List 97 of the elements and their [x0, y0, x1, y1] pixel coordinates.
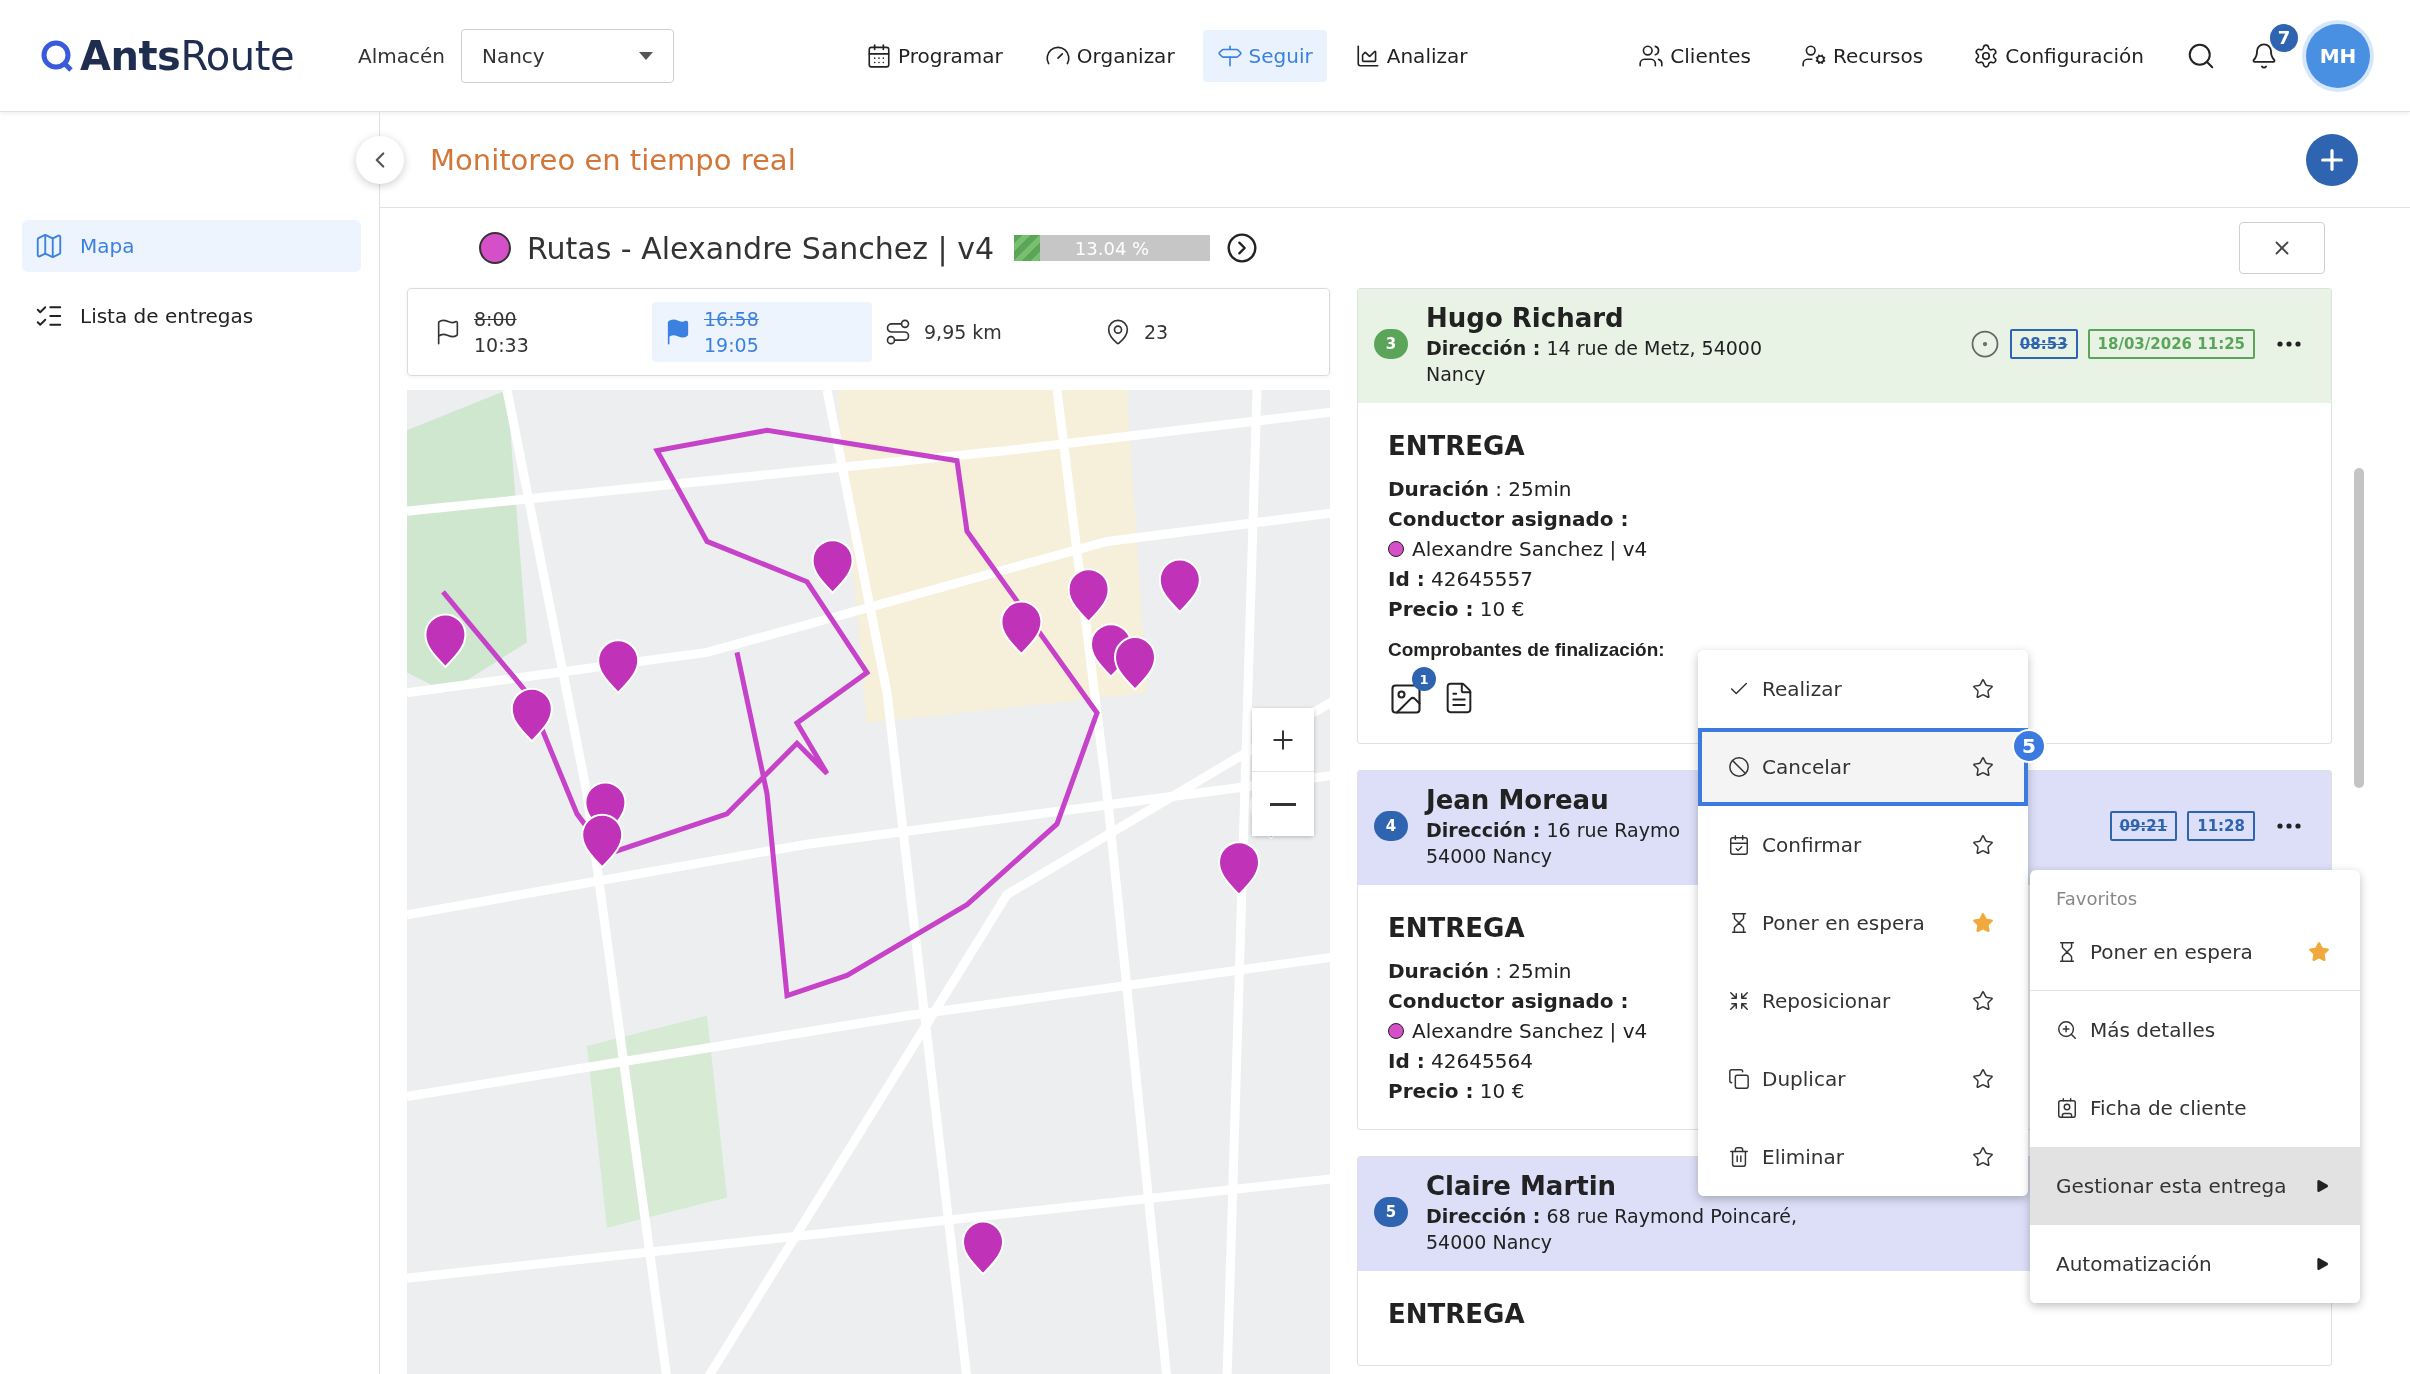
address-text: Nancy — [1426, 363, 1486, 385]
planned-time-tag: 08:53 — [2009, 329, 2078, 359]
ellipsis-icon — [2277, 823, 2301, 829]
actual-time-tag: 18/03/2026 11:25 — [2087, 329, 2255, 359]
address-text: Dirección : 16 rue Raymo — [1426, 819, 1681, 841]
nav-tab[interactable]: Programar — [851, 29, 1017, 82]
road-icon — [884, 318, 912, 346]
sidebar-item[interactable]: Lista de entregas — [22, 290, 361, 342]
address-text: Dirección : 68 rue Raymond Poincaré, — [1426, 1205, 1798, 1227]
nav-tab[interactable]: Organizar — [1030, 29, 1189, 82]
map-icon — [34, 231, 64, 261]
notification-count: 7 — [2268, 21, 2300, 54]
star-icon[interactable] — [1972, 834, 1994, 856]
add-button[interactable] — [2306, 133, 2358, 186]
stop-number: 3 — [1374, 329, 1408, 359]
users-icon — [1638, 42, 1665, 69]
star-icon[interactable] — [1972, 1146, 1994, 1168]
distance-text: 9,95 km — [924, 321, 1002, 343]
next-route-button[interactable] — [1226, 232, 1258, 264]
menu-item[interactable]: Reposicionar — [1698, 962, 2028, 1040]
photo-count: 1 — [1412, 667, 1436, 691]
menu-item[interactable]: Eliminar — [1698, 1118, 2028, 1196]
customer-name: Hugo Richard — [1426, 303, 1624, 333]
proofs-label: Comprobantes de finalización: — [1388, 639, 1665, 661]
address-text: 54000 Nancy — [1426, 1231, 1553, 1253]
driver-name: Alexandre Sanchez | v4 — [1412, 1019, 1648, 1043]
nav-tab[interactable]: Analizar — [1340, 29, 1482, 82]
stop-number: 5 — [1374, 1197, 1408, 1227]
detail-text: Id : 42645564 — [1388, 1049, 1533, 1073]
detail-heading: Conductor asignado : — [1388, 507, 1629, 531]
dropdown-caret-icon — [638, 51, 653, 60]
filled-star-icon[interactable] — [1972, 912, 1994, 934]
calendar-icon — [865, 42, 892, 69]
menu-group-label: Favoritos — [2055, 887, 2139, 911]
copy-icon — [1728, 1068, 1750, 1090]
page-title: Monitoreo en tiempo real — [430, 142, 796, 177]
detail-text: Duración : 25min — [1388, 959, 1572, 983]
address-text: Dirección : 14 rue de Metz, 54000 — [1426, 337, 1763, 359]
stop-number: 4 — [1374, 811, 1408, 841]
circle-chevron-icon — [1226, 232, 1258, 264]
menu-item[interactable]: Gestionar esta entrega — [2030, 1147, 2360, 1225]
contact-card-icon — [2056, 1097, 2078, 1119]
planned-time: 8:00 — [474, 308, 517, 330]
ellipsis-icon — [2277, 341, 2301, 347]
minus-icon — [1270, 802, 1296, 806]
nav-link[interactable]: Recursos — [1786, 29, 1938, 82]
actual-time-tag: 11:28 — [2187, 811, 2255, 841]
progress-label: 13.04 % — [1073, 236, 1151, 261]
address-text: 54000 Nancy — [1426, 845, 1553, 867]
settings-icon — [1973, 42, 2000, 69]
menu-item[interactable]: Confirmar — [1698, 806, 2028, 884]
menu-item[interactable]: Ficha de cliente — [2030, 1069, 2360, 1147]
calendar-check-icon — [1728, 834, 1750, 856]
menu-item[interactable]: Realizar — [1698, 650, 2028, 728]
customer-name: Jean Moreau — [1426, 785, 1609, 815]
detail-text: Precio : 10 € — [1388, 597, 1525, 621]
ban-icon — [1728, 756, 1750, 778]
delivery-header[interactable]: 3 Hugo Richard Dirección : 14 rue de Metz, 54000 Nancy 08:53 18/03/2026 11:25 — [1358, 289, 2331, 403]
detail-text: Precio : 10 € — [1388, 1079, 1525, 1103]
star-icon[interactable] — [1972, 990, 1994, 1012]
menu-item[interactable]: Duplicar — [1698, 1040, 2028, 1118]
scrollbar[interactable] — [2354, 468, 2364, 788]
star-icon[interactable] — [1972, 1068, 1994, 1090]
nav-link[interactable]: Configuración — [1959, 29, 2158, 82]
section-title: ENTREGA — [1388, 913, 1525, 943]
detail-heading: Conductor asignado : — [1388, 989, 1629, 1013]
menu-item[interactable]: Poner en espera — [2030, 913, 2360, 991]
arrows-icon — [1728, 990, 1750, 1012]
target-icon — [1969, 329, 2000, 359]
locate-button[interactable] — [1969, 329, 2000, 359]
menu-item[interactable]: Automatización — [2030, 1225, 2360, 1303]
warehouse-label: Almacén — [358, 43, 445, 68]
trash-icon — [1728, 1146, 1750, 1168]
logo-icon — [40, 38, 74, 73]
star-icon[interactable] — [1972, 756, 1994, 778]
route-title: Rutas - Alexandre Sanchez | v4 — [527, 230, 994, 266]
star-icon[interactable] — [1972, 678, 1994, 700]
actual-time: 10:33 — [474, 334, 529, 356]
customer-name: Claire Martin — [1426, 1171, 1617, 1201]
user-gear-icon — [1800, 42, 1827, 69]
actual-time: 19:05 — [704, 334, 759, 356]
section-title: ENTREGA — [1388, 431, 1525, 461]
bell-icon — [2250, 41, 2278, 70]
detail-text: Duración : 25min — [1388, 477, 1572, 501]
nav-link[interactable]: Clientes — [1624, 29, 1765, 82]
menu-item[interactable]: Poner en espera — [1698, 884, 2028, 962]
zoom-in-icon — [2056, 1019, 2078, 1041]
planned-time: 16:58 — [704, 308, 759, 330]
planned-time-tag: 09:21 — [2109, 811, 2178, 841]
menu-item[interactable]: Más detalles — [2030, 991, 2360, 1069]
warehouse-select[interactable]: Nancy — [460, 28, 674, 83]
stops-count: 23 — [1144, 321, 1169, 343]
detail-text: Id : 42645557 — [1388, 567, 1533, 591]
logo-text: AntsRoute — [80, 32, 294, 79]
section-title: ENTREGA — [1388, 1299, 1525, 1329]
driver-name: Alexandre Sanchez | v4 — [1412, 537, 1648, 561]
filled-star-icon[interactable] — [2308, 940, 2330, 963]
